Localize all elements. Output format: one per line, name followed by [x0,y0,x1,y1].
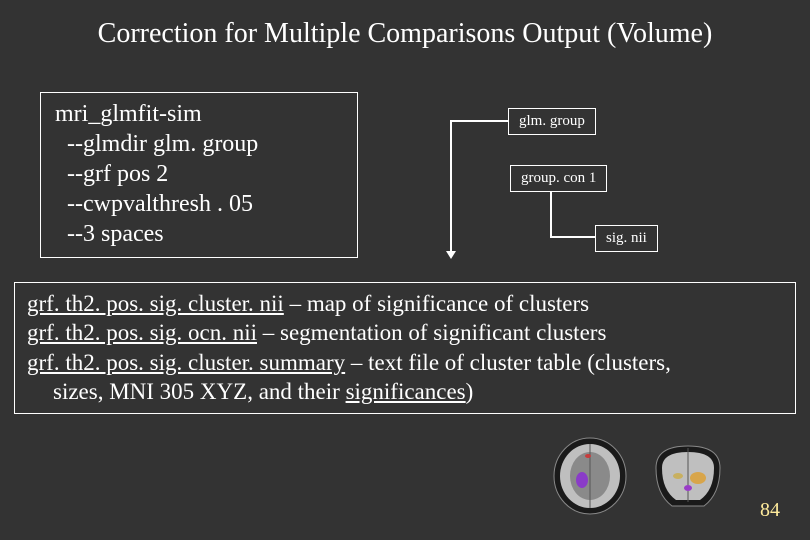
arrow-down-icon [446,251,456,259]
diagram-box-group-con1: group. con 1 [510,165,607,192]
output-description-box: grf. th2. pos. sig. cluster. nii – map o… [14,282,796,414]
diagram-box-sig-nii: sig. nii [595,225,658,252]
command-program: mri_glmfit-sim [55,99,343,129]
brain-scan-coronal [642,436,734,516]
command-box: mri_glmfit-sim --glmdir glm. group --grf… [40,92,358,258]
output-line-continuation: sizes, MNI 305 XYZ, and their significan… [27,377,783,406]
output-line: grf. th2. pos. sig. cluster. nii – map o… [27,289,783,318]
output-filename: grf. th2. pos. sig. cluster. nii [27,291,284,316]
diagram-connector [450,120,452,253]
brain-images [544,436,734,516]
output-filename: grf. th2. pos. sig. cluster. summary [27,350,345,375]
page-number: 84 [760,499,780,522]
output-cont-text: sizes, MNI 305 XYZ, and their [53,379,346,404]
output-line: grf. th2. pos. sig. cluster. summary – t… [27,348,783,377]
command-arg: --glmdir glm. group [55,129,343,159]
diagram-connector [450,120,510,122]
output-desc: – text file of cluster table (clusters, [345,350,671,375]
brain-scan-axial [544,436,636,516]
command-arg: --3 spaces [55,219,343,249]
output-desc: – segmentation of significant clusters [257,320,606,345]
directory-diagram: glm. group group. con 1 sig. nii [400,85,750,270]
output-desc: – map of significance of clusters [284,291,589,316]
diagram-box-glm-group: glm. group [508,108,596,135]
output-cont-underlined: significances [346,379,466,404]
slide-title: Correction for Multiple Comparisons Outp… [0,0,810,50]
output-cont-paren: ) [466,379,474,404]
command-arg: --grf pos 2 [55,159,343,189]
output-line: grf. th2. pos. sig. ocn. nii – segmentat… [27,318,783,347]
diagram-connector [550,187,552,237]
diagram-connector [550,236,597,238]
output-filename: grf. th2. pos. sig. ocn. nii [27,320,257,345]
command-arg: --cwpvalthresh . 05 [55,189,343,219]
